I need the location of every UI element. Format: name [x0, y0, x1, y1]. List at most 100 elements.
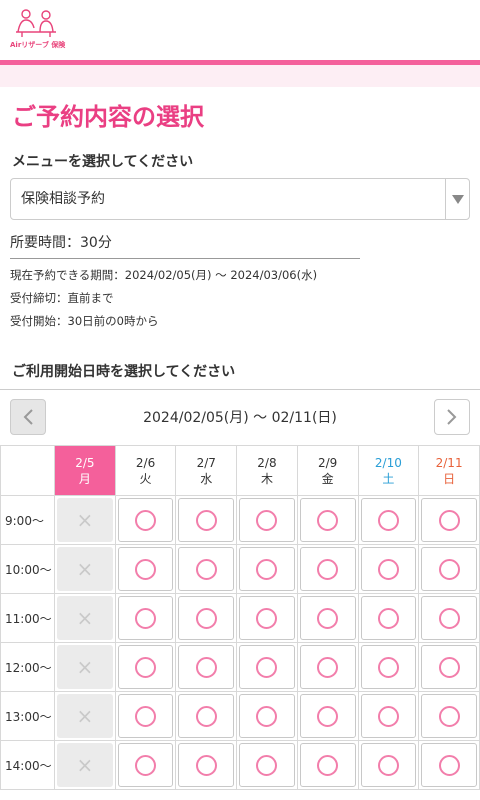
week-range: 2024/02/05(月) 〜 02/11(日) [143, 410, 337, 426]
available-slot-button[interactable] [239, 694, 295, 738]
time-row: 12:00〜 × [0, 642, 480, 692]
slot-cell [175, 740, 238, 790]
people-consult-icon [16, 9, 56, 37]
next-week-button[interactable] [434, 399, 470, 435]
available-slot-button[interactable] [117, 596, 174, 640]
available-slot-button[interactable] [239, 547, 295, 591]
available-circle-icon [195, 509, 217, 531]
available-slot-button[interactable] [178, 694, 235, 738]
available-slot-button[interactable] [117, 498, 174, 542]
available-slot-button[interactable] [178, 743, 235, 787]
available-slot-button[interactable] [360, 547, 417, 591]
available-circle-icon [135, 607, 157, 629]
available-slot-button[interactable] [360, 743, 417, 787]
slot-cell [236, 642, 298, 692]
available-circle-icon [135, 558, 157, 580]
slot-cell [175, 544, 238, 594]
available-circle-icon [317, 558, 339, 580]
available-slot-button[interactable] [421, 743, 477, 787]
time-slot-grid: 9:00〜 × 10:00〜 × 11:00〜 × 12:00〜 × 13:00〜 × 14:00〜… [0, 495, 480, 790]
slot-cell [418, 544, 480, 594]
available-circle-icon [438, 607, 460, 629]
available-slot-button[interactable] [360, 645, 417, 689]
available-slot-button[interactable] [299, 498, 356, 542]
available-circle-icon [256, 509, 278, 531]
time-label: 12:00〜 [0, 642, 55, 692]
time-label: 9:00〜 [0, 495, 55, 545]
available-circle-icon [317, 607, 339, 629]
day-date: 2/9 [318, 455, 338, 470]
available-slot-button[interactable] [239, 596, 295, 640]
start-text: 受付開始：30日前の0時から [10, 314, 159, 328]
time-label: 14:00〜 [0, 740, 55, 790]
slot-cell: × [54, 691, 116, 741]
available-slot-button[interactable] [299, 596, 356, 640]
available-slot-button[interactable] [178, 596, 235, 640]
available-slot-button[interactable] [421, 547, 477, 591]
available-slot-button[interactable] [421, 645, 477, 689]
available-slot-button[interactable] [421, 694, 477, 738]
brand-logo[interactable]: Airリザーブ 保険 [10, 8, 66, 52]
time-label: 13:00〜 [0, 691, 55, 741]
menu-select[interactable]: 保険相談予約 [10, 178, 470, 220]
slot-cell [418, 740, 480, 790]
available-circle-icon [438, 656, 460, 678]
available-circle-icon [256, 558, 278, 580]
available-circle-icon [256, 754, 278, 776]
available-slot-button[interactable] [117, 743, 174, 787]
header-soft-band [0, 65, 480, 87]
slot-cell [175, 691, 238, 741]
slot-cell [418, 495, 480, 545]
available-slot-button[interactable] [299, 694, 356, 738]
available-slot-button[interactable] [178, 498, 235, 542]
available-slot-button[interactable] [117, 694, 174, 738]
available-circle-icon [135, 705, 157, 727]
time-row: 11:00〜 × [0, 593, 480, 643]
available-slot-button[interactable] [117, 645, 174, 689]
time-label: 11:00〜 [0, 593, 55, 643]
available-circle-icon [377, 607, 399, 629]
available-slot-button[interactable] [360, 596, 417, 640]
slot-cell [236, 691, 298, 741]
unavailable-slot: × [57, 743, 113, 787]
available-slot-button[interactable] [178, 547, 235, 591]
slot-cell [357, 593, 420, 643]
available-slot-button[interactable] [299, 645, 356, 689]
day-date: 2/7 [196, 455, 216, 470]
available-circle-icon [377, 509, 399, 531]
slot-cell: × [54, 544, 116, 594]
available-slot-button[interactable] [360, 694, 417, 738]
unavailable-slot: × [57, 694, 113, 738]
day-weekday: 水 [200, 471, 213, 486]
slot-cell [418, 691, 480, 741]
slot-cell [114, 593, 177, 643]
calendar-nav: 2024/02/05(月) 〜 02/11(日) [0, 389, 480, 445]
unavailable-cross-icon: × [76, 753, 94, 777]
available-circle-icon [256, 656, 278, 678]
available-slot-button[interactable] [239, 645, 295, 689]
available-circle-icon [317, 705, 339, 727]
app-header: Airリザーブ 保険 [0, 0, 480, 60]
available-circle-icon [377, 558, 399, 580]
slot-cell [236, 544, 298, 594]
dropdown-arrow-icon[interactable] [445, 179, 469, 219]
available-slot-button[interactable] [178, 645, 235, 689]
available-slot-button[interactable] [360, 498, 417, 542]
day-weekday: 金 [321, 471, 334, 486]
booking-period-text: 現在予約できる期間：2024/02/05(月) 〜 2024/03/06(水) [10, 268, 318, 282]
slot-cell [296, 495, 359, 545]
day-date: 2/11 [435, 455, 463, 470]
available-slot-button[interactable] [299, 547, 356, 591]
available-slot-button[interactable] [299, 743, 356, 787]
slot-cell [357, 642, 420, 692]
slot-cell [175, 495, 238, 545]
available-slot-button[interactable] [117, 547, 174, 591]
available-slot-button[interactable] [421, 498, 477, 542]
slot-cell: × [54, 593, 116, 643]
available-slot-button[interactable] [239, 498, 295, 542]
available-slot-button[interactable] [421, 596, 477, 640]
available-slot-button[interactable] [239, 743, 295, 787]
unavailable-slot: × [57, 498, 113, 542]
logo-text: Airリザーブ 保険 [10, 41, 66, 49]
available-circle-icon [195, 754, 217, 776]
